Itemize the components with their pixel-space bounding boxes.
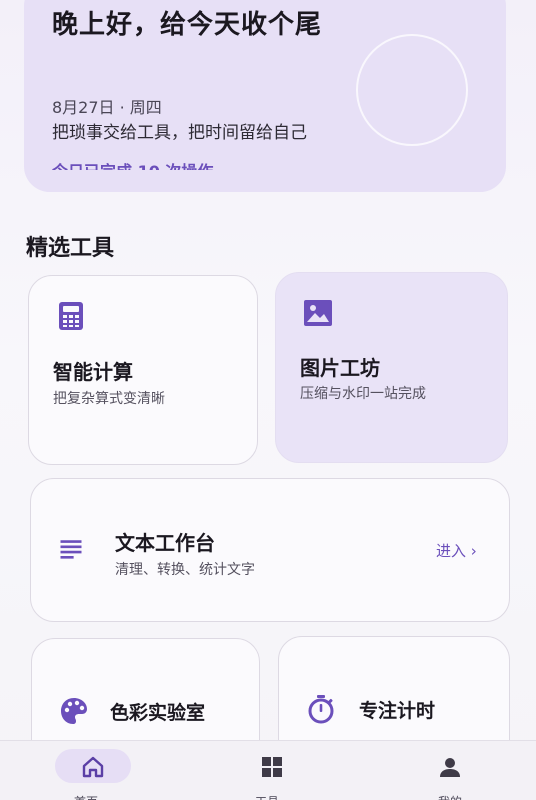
section-title: 精选工具 [26,236,115,261]
decorative-ring [356,34,468,146]
tool-title: 文本工作台 [115,531,215,555]
nav-label: 工具 [178,793,356,800]
date-label: 8月27日 · 周四 [52,98,162,117]
tool-title: 智能计算 [53,360,133,384]
palette-icon [61,698,87,724]
tool-description: 压缩与水印一站完成 [300,386,426,402]
person-icon [440,758,460,777]
greeting-card: 晚上好，给今天收个尾 8月27日 · 周四 把琐事交给工具，把时间留给自己 今日… [24,0,506,192]
tool-description: 清理、转换、统计文字 [115,562,255,578]
image-icon [304,300,332,326]
nav-item-tools[interactable]: 工具 [178,741,356,800]
nav-item-me[interactable]: 我的 [358,741,536,800]
tool-title: 色彩实验室 [110,702,206,724]
tool-title: 图片工坊 [300,356,380,380]
nav-item-home[interactable]: 首页 [0,741,178,800]
calculator-icon [59,302,83,330]
tool-description: 把复杂算式变清晰 [53,391,165,407]
tool-title: 专注计时 [359,700,436,722]
bottom-navigation: 首页 工具 我的 [0,740,536,800]
tool-card-image[interactable]: 图片工坊 压缩与水印一站完成 [275,272,508,463]
timer-icon [308,695,334,724]
greeting-title: 晚上好，给今天收个尾 [52,10,323,40]
nav-label: 首页 [0,793,175,800]
greeting-subtitle: 把琐事交给工具，把时间留给自己 [52,123,307,143]
enter-link[interactable]: 进入 › [436,540,477,561]
home-screen: 晚上好，给今天收个尾 8月27日 · 周四 把琐事交给工具，把时间留给自己 今日… [0,0,536,800]
grid-icon [262,757,282,777]
text-lines-icon [60,540,82,559]
nav-label: 我的 [361,793,536,800]
home-icon [82,756,104,778]
tool-card-text[interactable]: 文本工作台 清理、转换、统计文字 进入 › [30,478,510,622]
tool-card-calculator[interactable]: 智能计算 把复杂算式变清晰 [28,275,258,465]
